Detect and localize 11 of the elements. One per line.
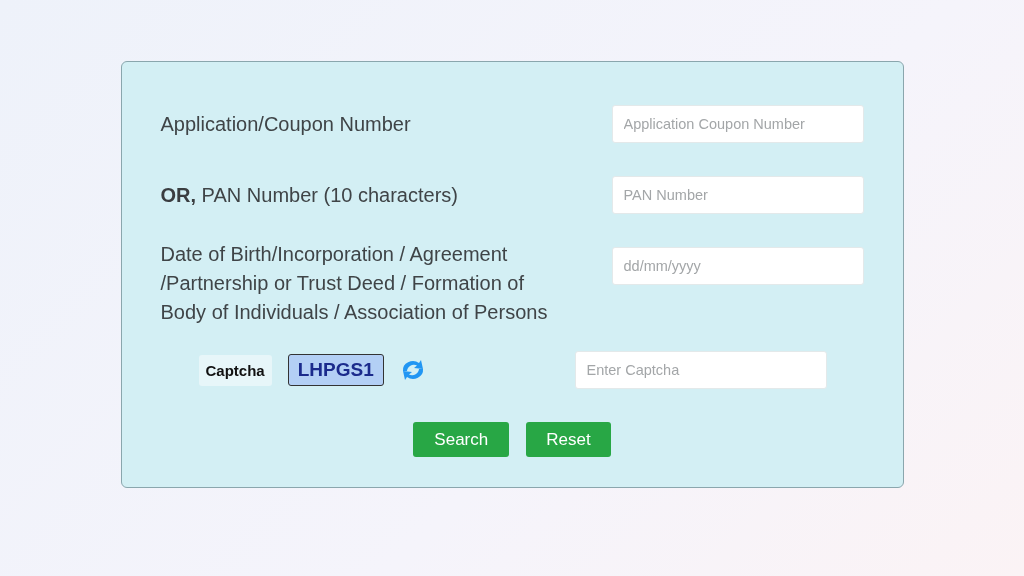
search-button[interactable]: Search: [413, 422, 510, 457]
reset-button[interactable]: Reset: [526, 422, 611, 457]
input-field[interactable]: PAN Number: [611, 176, 864, 214]
field-label: Application/Coupon Number: [160, 111, 411, 137]
input-field[interactable]: Application Coupon Number: [611, 105, 864, 143]
captcha-label: Captcha: [198, 354, 272, 386]
input-field[interactable]: dd/mm/yyyy: [611, 247, 864, 285]
captcha-field[interactable]: Enter Captcha: [574, 351, 827, 389]
captcha-code: LHPGS1: [287, 354, 384, 386]
field-label: OR, PAN Number (10 characters): [160, 182, 458, 208]
field-label: Date of Birth/Incorporation / Agreement /Partnership or Trust Deed / Formation of Body of Individuals / Association of Persons: [160, 242, 549, 325]
